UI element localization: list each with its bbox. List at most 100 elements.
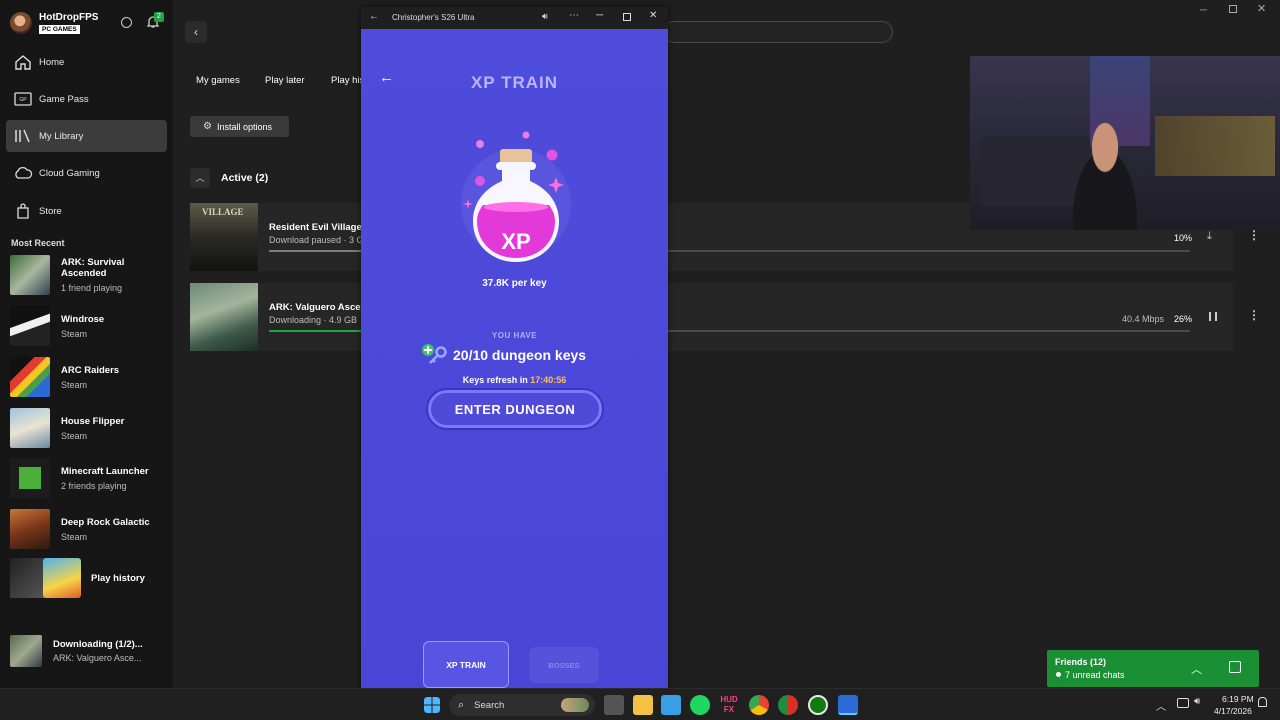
downloading-status[interactable]: Downloading (1/2)... ARK: Valguero Asce.… bbox=[10, 634, 170, 668]
xp-train-screen: ← XP TRAIN XP 37.8K per key YOU HAVE 20/… bbox=[361, 29, 668, 693]
download-status: Download paused · 3 G bbox=[269, 235, 364, 245]
recent-title: Windrose bbox=[61, 313, 105, 325]
recent-title: Minecraft Launcher bbox=[61, 465, 149, 477]
nav-label: Home bbox=[39, 56, 65, 68]
minimize-icon[interactable]: ─ bbox=[596, 10, 603, 21]
gear-icon: ⚙ bbox=[203, 121, 212, 132]
nav-label: Cloud Gaming bbox=[39, 167, 100, 179]
maximize-icon[interactable] bbox=[623, 13, 631, 21]
recent-item[interactable]: ARK: Survival Ascended 1 friend playing bbox=[10, 254, 170, 296]
notification-bell-icon[interactable] bbox=[1258, 697, 1267, 707]
play-history-link[interactable]: Play history bbox=[10, 558, 170, 598]
recent-item[interactable]: ARC Raiders Steam bbox=[10, 356, 170, 398]
add-key-icon bbox=[421, 343, 449, 365]
progress-fill bbox=[269, 250, 361, 252]
xbox-icon[interactable] bbox=[808, 695, 828, 715]
back-arrow-icon[interactable]: ← bbox=[369, 11, 379, 22]
nav-cloud-gaming[interactable]: Cloud Gaming bbox=[6, 157, 167, 189]
hudfx-icon[interactable]: HUD FX bbox=[719, 695, 739, 715]
friends-title: Friends (12) bbox=[1055, 657, 1107, 667]
recent-title: Deep Rock Galactic bbox=[61, 516, 150, 528]
globe-icon[interactable] bbox=[121, 17, 132, 28]
download-percent: 10% bbox=[1174, 233, 1193, 243]
close-icon[interactable]: ✕ bbox=[649, 10, 657, 21]
windows-taskbar: ⌕ Search HUD FX ︿ 🔊︎ 6:19 PM 4/17/2026 bbox=[0, 688, 1280, 720]
recent-item[interactable]: House Flipper Steam bbox=[10, 407, 170, 449]
more-options-icon[interactable]: ⋮ bbox=[1248, 228, 1260, 242]
recent-sub: 1 friend playing bbox=[61, 283, 123, 293]
taskbar-search[interactable]: ⌕ Search bbox=[449, 694, 595, 716]
cloud-icon bbox=[12, 166, 34, 180]
screen-title: XP TRAIN bbox=[470, 73, 559, 92]
network-icon[interactable] bbox=[1177, 698, 1189, 708]
more-options-icon[interactable]: ⋮ bbox=[1248, 308, 1260, 322]
windows-start-icon[interactable] bbox=[424, 697, 440, 713]
volume-icon[interactable]: 🔊︎ bbox=[1194, 696, 1200, 707]
download-row[interactable]: ARK: Valguero Ascen Downloading · 4.9 GB… bbox=[190, 283, 1260, 351]
game-title: Resident Evil Village bbox=[269, 222, 362, 233]
game-thumbnail bbox=[10, 306, 50, 346]
recent-item[interactable]: Minecraft Launcher 2 friends playing bbox=[10, 457, 170, 499]
chevron-up-icon[interactable]: ︿ bbox=[1191, 661, 1202, 677]
online-dot bbox=[1056, 672, 1061, 677]
tab-play-history[interactable]: Play his bbox=[331, 75, 364, 86]
window-minimize-button[interactable]: ─ bbox=[1200, 5, 1207, 16]
window-close-button[interactable]: ✕ bbox=[1257, 2, 1266, 15]
install-options-button[interactable]: ⚙ Install options bbox=[190, 116, 289, 137]
search-bar[interactable] bbox=[663, 21, 893, 43]
tab-play-later[interactable]: Play later bbox=[265, 75, 305, 86]
game-thumbnail bbox=[10, 558, 46, 598]
chrome-icon[interactable] bbox=[749, 695, 769, 715]
download-speed: 40.4 Mbps bbox=[1122, 314, 1165, 324]
play-history-label: Play history bbox=[91, 572, 145, 584]
volume-icon[interactable]: 🔊︎ bbox=[542, 11, 548, 22]
recent-item[interactable]: Deep Rock Galactic Steam bbox=[10, 508, 170, 550]
refresh-prefix: Keys refresh in bbox=[462, 375, 528, 385]
enter-dungeon-label: ENTER DUNGEON bbox=[454, 401, 576, 417]
nav-store[interactable]: Store bbox=[6, 195, 167, 227]
notepad-icon[interactable] bbox=[661, 695, 681, 715]
pc-games-badge: PC GAMES bbox=[39, 25, 80, 34]
recent-item[interactable]: Windrose Steam bbox=[10, 305, 170, 347]
download-icon[interactable]: ⤓ bbox=[1207, 230, 1212, 243]
friends-panel[interactable]: Friends (12) 7 unread chats ︿ bbox=[1047, 650, 1259, 687]
keys-refresh-line: Keys refresh in 17:40:56 bbox=[361, 375, 668, 385]
chevron-up-icon[interactable]: ︿ bbox=[1156, 698, 1166, 713]
game-thumbnail bbox=[10, 635, 42, 667]
recent-sub: 2 friends playing bbox=[61, 480, 127, 491]
task-view-icon[interactable] bbox=[604, 695, 624, 715]
clock-date[interactable]: 4/17/2026 bbox=[1214, 706, 1252, 716]
enter-dungeon-button[interactable]: ENTER DUNGEON bbox=[428, 390, 602, 428]
dungeon-key-count: 20/10 dungeon keys bbox=[453, 347, 587, 363]
clock-time[interactable]: 6:19 PM bbox=[1222, 694, 1254, 704]
collapse-active-button[interactable]: ︿ bbox=[190, 168, 210, 188]
potion-label: XP bbox=[501, 229, 531, 254]
recent-sub: Steam bbox=[61, 531, 88, 542]
popout-icon[interactable] bbox=[1229, 661, 1241, 673]
phone-link-icon[interactable] bbox=[838, 695, 858, 715]
pause-icon[interactable] bbox=[1209, 312, 1217, 321]
xp-per-key: 37.8K per key bbox=[482, 278, 547, 289]
spotify-icon[interactable] bbox=[690, 695, 710, 715]
nav-my-library[interactable]: My Library bbox=[6, 120, 167, 152]
avatar[interactable] bbox=[10, 12, 32, 34]
search-highlight-image bbox=[561, 698, 589, 712]
more-icon[interactable]: ⋯ bbox=[569, 10, 579, 21]
nav-home[interactable]: Home bbox=[6, 46, 167, 78]
nav-game-pass[interactable]: GP Game Pass bbox=[6, 83, 167, 115]
game-thumbnail bbox=[43, 558, 81, 598]
downloading-title: Downloading (1/2)... bbox=[53, 639, 143, 650]
tab-xp-train[interactable]: XP TRAIN bbox=[423, 641, 509, 688]
gamepass-icon: GP bbox=[12, 92, 34, 106]
profile-name[interactable]: HotDropFPS bbox=[39, 12, 98, 23]
phone-window-title: Christopher's S26 Ultra bbox=[392, 13, 475, 22]
window-maximize-button[interactable] bbox=[1229, 5, 1237, 13]
tab-bosses[interactable]: BOSSES bbox=[529, 647, 599, 683]
store-icon bbox=[12, 203, 34, 219]
back-button[interactable]: ‹ bbox=[185, 21, 207, 43]
active-heading: Active (2) bbox=[221, 172, 269, 184]
recent-title: ARC Raiders bbox=[61, 364, 120, 376]
file-explorer-icon[interactable] bbox=[633, 695, 653, 715]
browser-icon[interactable] bbox=[778, 695, 798, 715]
tab-my-games[interactable]: My games bbox=[196, 75, 240, 86]
